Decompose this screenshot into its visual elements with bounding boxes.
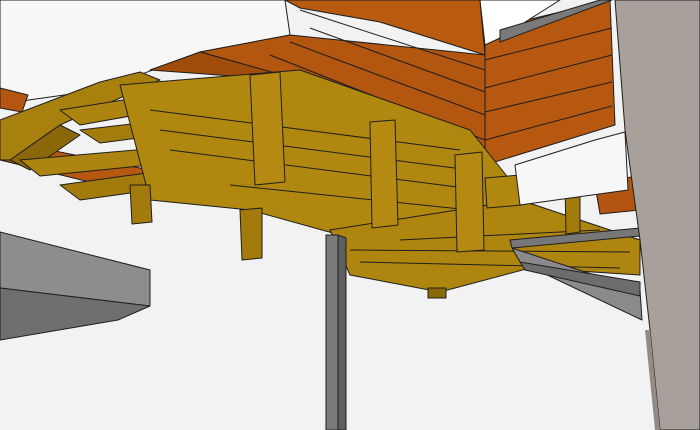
steel-column bbox=[325, 234, 347, 430]
deck-framing-render bbox=[0, 0, 700, 430]
